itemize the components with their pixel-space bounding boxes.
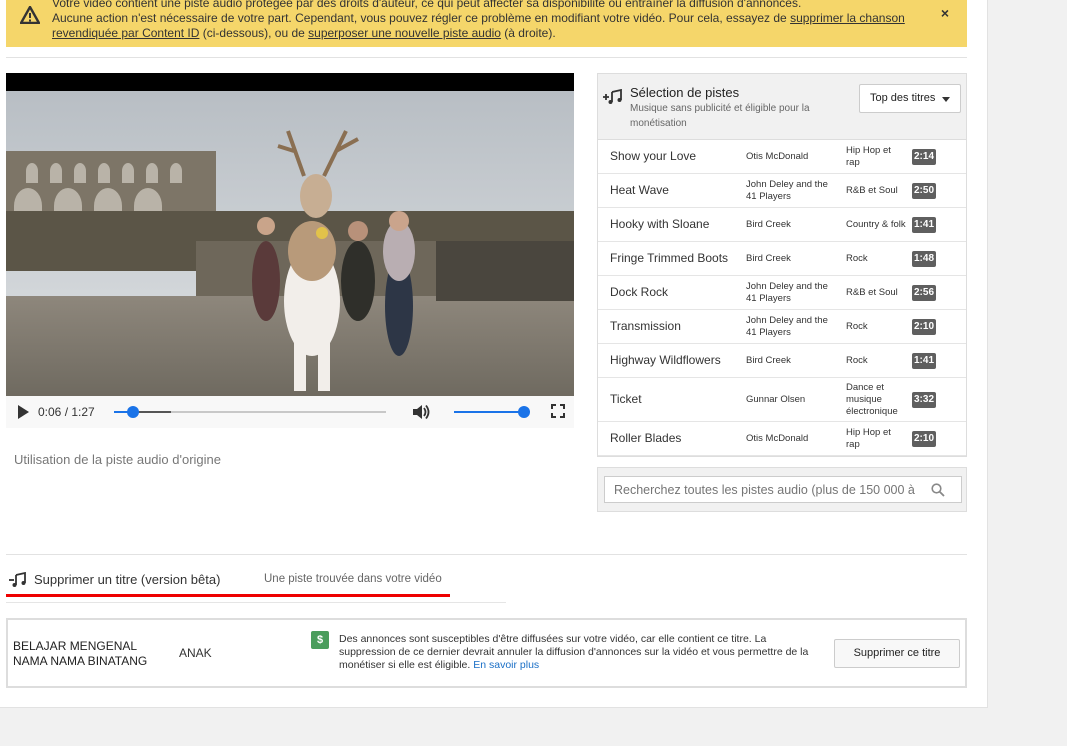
track-genre: Rock [846, 354, 868, 366]
claimed-song-description: Des annonces sont susceptibles d'être di… [339, 633, 814, 672]
track-list: Show your Love Otis McDonald Hip Hop et ra… [598, 140, 966, 456]
banner-text: Votre vidéo contient une piste audio pro… [52, 0, 932, 41]
track-artist: Otis McDonald [746, 432, 809, 444]
track-artist: Otis McDonald [746, 150, 809, 162]
volume-icon[interactable] [411, 403, 431, 426]
video-player[interactable] [6, 73, 574, 428]
track-search-area [597, 467, 967, 512]
track-artist: John Deley and the 41 Players [746, 280, 828, 304]
track-title: Ticket [610, 392, 642, 406]
track-title: Hooky with Sloane [610, 217, 710, 231]
track-row[interactable]: Transmission John Deley and the 41 Player… [598, 310, 966, 344]
track-search-input[interactable] [604, 476, 962, 503]
tab-remove-song-label: Supprimer un titre (version bêta) [34, 572, 221, 587]
player-controls: 0:06 / 1:27 [6, 396, 574, 428]
banner-mid: (ci-dessous), ou de [199, 26, 309, 40]
copyright-banner: Votre vidéo contient une piste audio pro… [6, 0, 967, 47]
sort-dropdown-label: Top des titres [870, 92, 936, 104]
track-selection-title: Sélection de pistes [630, 85, 740, 100]
track-genre: Rock [846, 320, 868, 332]
seek-bar[interactable] [114, 406, 386, 418]
track-title: Show your Love [610, 149, 697, 163]
track-duration: 2:10 [912, 319, 937, 335]
track-title: Highway Wildflowers [610, 353, 721, 367]
video-frame [6, 91, 574, 396]
track-title: Transmission [610, 319, 681, 333]
track-title: Heat Wave [610, 183, 669, 197]
track-selection-panel: Sélection de pistes Musique sans publici… [597, 73, 967, 457]
original-audio-label: Utilisation de la piste audio d'origine [14, 452, 221, 467]
track-artist: Bird Creek [746, 252, 791, 264]
learn-more-link[interactable]: En savoir plus [473, 659, 539, 671]
track-genre: Hip Hop et rap [846, 144, 891, 168]
track-row[interactable]: Ticket Gunnar Olsen Dance et musique élect… [598, 378, 966, 422]
track-artist: Bird Creek [746, 354, 791, 366]
track-row[interactable]: Heat Wave John Deley and the 41 Players R&… [598, 174, 966, 208]
track-artist: Gunnar Olsen [746, 393, 806, 405]
play-icon[interactable] [18, 405, 29, 419]
seek-handle[interactable] [126, 406, 139, 418]
track-row[interactable]: Roller Blades Otis McDonald Hip Hop et rap… [598, 422, 966, 456]
track-row[interactable]: Dock Rock John Deley and the 41 Players R&… [598, 276, 966, 310]
volume-fill [454, 411, 524, 413]
banner-line1: Votre vidéo contient une piste audio pro… [52, 0, 802, 10]
track-genre: Dance et musique électronique [846, 381, 898, 417]
divider [6, 554, 967, 555]
track-row[interactable]: Hooky with Sloane Bird Creek Country & fol… [598, 208, 966, 242]
sort-dropdown[interactable]: Top des titres [859, 84, 961, 113]
track-title: Fringe Trimmed Boots [610, 251, 729, 265]
track-row[interactable]: Show your Love Otis McDonald Hip Hop et ra… [598, 140, 966, 174]
tracks-found-label: Une piste trouvée dans votre vidéo [264, 573, 442, 585]
track-duration: 2:14 [912, 149, 937, 165]
remove-song-button[interactable]: Supprimer ce titre [834, 639, 960, 668]
banner-post: (à droite). [500, 26, 556, 40]
warning-icon [19, 5, 41, 27]
track-selection-subtitle: Musique sans publicité et éligible pour … [630, 103, 810, 129]
track-genre: R&B et Soul [846, 184, 898, 196]
track-genre: Rock [846, 252, 868, 264]
tab-remove-song[interactable]: Supprimer un titre (version bêta) Une pi… [6, 568, 450, 597]
fullscreen-icon[interactable] [551, 404, 565, 423]
track-title: Roller Blades [610, 431, 682, 445]
page: Votre vidéo contient une piste audio pro… [0, 0, 988, 708]
chevron-down-icon [942, 97, 950, 102]
track-artist: John Deley and the 41 Players [746, 178, 828, 202]
track-row[interactable]: Highway Wildflowers Bird Creek Rock 1:41 [598, 344, 966, 378]
volume-handle[interactable] [518, 406, 530, 418]
claimed-song-title: BELAJAR MENGENAL NAMA NAMA BINATANG [13, 639, 148, 668]
track-title: Dock Rock [610, 285, 669, 299]
track-genre: Hip Hop et rap [846, 426, 891, 450]
track-duration: 3:32 [912, 392, 937, 408]
add-audio-link[interactable]: superposer une nouvelle piste audio [308, 26, 501, 40]
track-duration: 1:48 [912, 251, 937, 267]
dollar-icon: $ [311, 631, 329, 649]
time-display: 0:06 / 1:27 [38, 405, 95, 419]
music-remove-icon [8, 571, 28, 593]
track-duration: 2:10 [912, 431, 937, 447]
description-text: Des annonces sont susceptibles d'être di… [339, 633, 809, 671]
track-genre: R&B et Soul [846, 286, 898, 298]
search-icon[interactable] [931, 483, 945, 502]
close-icon[interactable]: × [941, 5, 949, 21]
track-row[interactable]: Fringe Trimmed Boots Bird Creek Rock 1:48 [598, 242, 966, 276]
track-artist: John Deley and the 41 Players [746, 314, 828, 338]
track-duration: 2:50 [912, 183, 937, 199]
track-selection-header: Sélection de pistes Musique sans publici… [598, 74, 966, 140]
track-duration: 1:41 [912, 353, 937, 369]
claimed-song-row: BELAJAR MENGENAL NAMA NAMA BINATANG ANAK… [6, 618, 967, 688]
music-add-icon [602, 88, 624, 110]
track-duration: 2:56 [912, 285, 937, 301]
banner-line2: Aucune action n'est nécessaire de votre … [52, 11, 791, 25]
volume-slider[interactable] [454, 406, 530, 418]
divider [6, 57, 967, 58]
remove-song-tabbar: Supprimer un titre (version bêta) Une pi… [6, 568, 506, 603]
track-genre: Country & folk [846, 218, 906, 230]
claimed-song-artist: ANAK [179, 646, 212, 660]
track-duration: 1:41 [912, 217, 937, 233]
track-artist: Bird Creek [746, 218, 791, 230]
